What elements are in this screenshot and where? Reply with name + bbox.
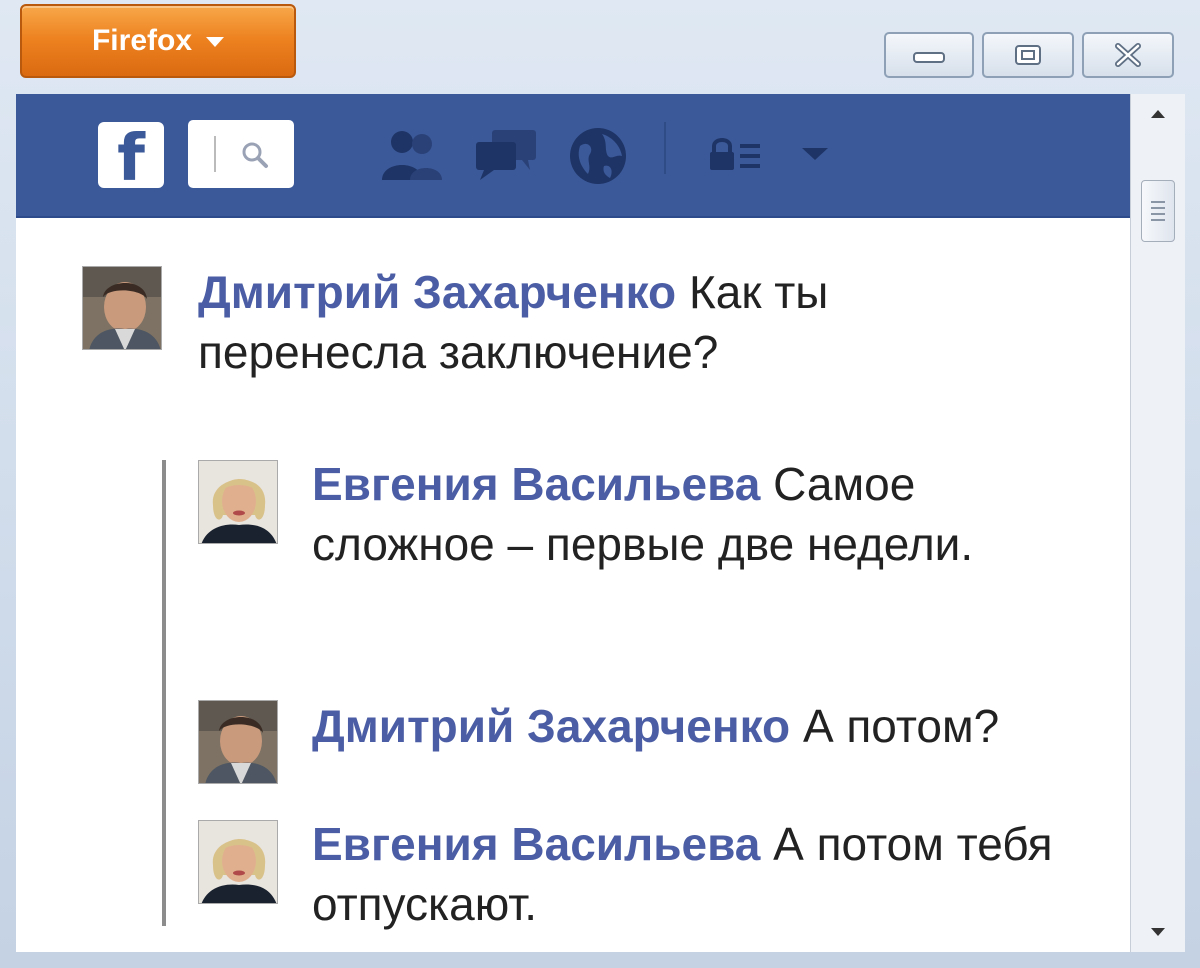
messages-icon[interactable] <box>472 126 540 182</box>
avatar[interactable] <box>198 460 278 544</box>
avatar-photo-woman <box>199 461 277 543</box>
author-link[interactable]: Дмитрий Захарченко <box>312 700 790 752</box>
reply-thread-line <box>162 460 166 926</box>
minimize-icon <box>913 52 945 63</box>
comment-text: А потом? <box>802 700 1000 752</box>
avatar[interactable] <box>82 266 162 350</box>
vertical-scrollbar[interactable] <box>1130 94 1185 952</box>
search-input[interactable] <box>188 120 294 188</box>
search-icon <box>242 142 268 168</box>
reply-3: Евгения Васильева А потом тебя отпускают… <box>312 814 1092 934</box>
avatar-photo-man <box>83 267 161 349</box>
avatar-photo-man <box>199 701 277 783</box>
minimize-button[interactable] <box>884 32 974 78</box>
facebook-top-bar: f <box>16 94 1130 218</box>
author-link[interactable]: Евгения Васильева <box>312 818 760 870</box>
avatar[interactable] <box>198 700 278 784</box>
avatar[interactable] <box>198 820 278 904</box>
scroll-up-button[interactable] <box>1131 94 1185 134</box>
facebook-logo[interactable]: f <box>98 122 164 188</box>
close-icon <box>1115 43 1141 67</box>
chevron-down-icon <box>206 37 225 47</box>
text-cursor <box>214 136 216 172</box>
firefox-menu-button[interactable]: Firefox <box>20 4 296 78</box>
nav-divider <box>664 122 666 174</box>
privacy-lock-icon[interactable] <box>708 134 764 174</box>
reply-1: Евгения Васильева Самое сложное – первые… <box>312 454 1052 574</box>
maximize-button[interactable] <box>982 32 1074 78</box>
account-menu-chevron-icon[interactable] <box>800 146 830 162</box>
author-link[interactable]: Дмитрий Захарченко <box>198 266 676 318</box>
firefox-menu-label: Firefox <box>91 24 193 57</box>
close-button[interactable] <box>1082 32 1174 78</box>
arrow-up-icon <box>1151 110 1165 118</box>
scroll-down-button[interactable] <box>1131 912 1185 952</box>
globe-icon[interactable] <box>568 126 628 186</box>
avatar-photo-woman <box>199 821 277 903</box>
page-viewport: f Дмитрий Захарченко Как ты перенесла за… <box>16 94 1130 952</box>
arrow-down-icon <box>1151 928 1165 936</box>
friends-icon[interactable] <box>376 126 446 182</box>
restore-icon <box>1015 45 1041 65</box>
comment-top: Дмитрий Захарченко Как ты перенесла закл… <box>198 262 1018 382</box>
firefox-window: Firefox f Дмитрий Захарченко Как ты пере… <box>0 0 1200 968</box>
scrollbar-thumb[interactable] <box>1141 180 1175 242</box>
author-link[interactable]: Евгения Васильева <box>312 458 760 510</box>
reply-2: Дмитрий Захарченко А потом? <box>312 696 1130 756</box>
